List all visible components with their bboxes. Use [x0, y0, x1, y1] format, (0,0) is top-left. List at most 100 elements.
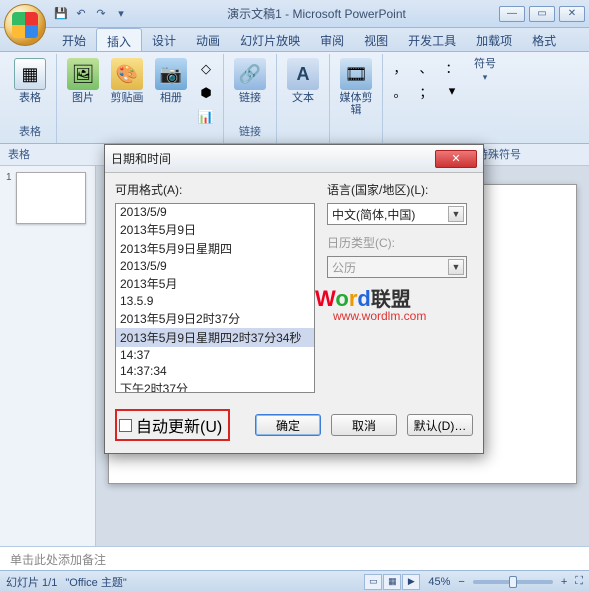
format-option[interactable]: 2013年5月 [116, 274, 314, 293]
media-icon: 🎞 [340, 58, 372, 90]
tab-format[interactable]: 格式 [522, 28, 566, 51]
calendar-value: 公历 [332, 259, 356, 276]
group-illus-label [63, 128, 217, 144]
cancel-button[interactable]: 取消 [331, 414, 397, 436]
picture-button[interactable]: 🖼 图片 [63, 56, 103, 106]
status-slide-number: 幻灯片 1/1 [6, 574, 57, 590]
format-option[interactable]: 2013年5月9日星期四 [116, 239, 314, 258]
symbol-comma[interactable]: ， [389, 56, 411, 78]
symbol-enum[interactable]: 、 [415, 56, 437, 78]
zoom-thumb[interactable] [509, 576, 517, 588]
tab-addins[interactable]: 加载项 [466, 28, 522, 51]
format-option[interactable]: 2013年5月9日 [116, 220, 314, 239]
link-label: 链接 [239, 92, 261, 104]
language-combo[interactable]: 中文(简体,中国) ▼ [327, 203, 467, 225]
auto-update-checkbox[interactable] [119, 419, 132, 432]
media-label: 媒体剪辑 [338, 92, 374, 116]
zoom-percent[interactable]: 45% [428, 576, 450, 588]
redo-icon[interactable]: ↷ [92, 5, 110, 23]
format-option[interactable]: 14:37 [116, 347, 314, 363]
office-button[interactable] [4, 4, 46, 46]
dialog-close-button[interactable]: ✕ [435, 150, 477, 168]
auto-update-label[interactable]: 自动更新(U) [136, 413, 222, 437]
zoom-slider[interactable] [473, 580, 553, 584]
dialog-titlebar[interactable]: 日期和时间 ✕ [105, 145, 483, 173]
chevron-down-icon: ▼ [448, 259, 464, 275]
tab-home[interactable]: 开始 [52, 28, 96, 51]
shapes-button[interactable]: ◇ [195, 58, 217, 80]
ok-button[interactable]: 确定 [255, 414, 321, 436]
thumb-preview [16, 172, 86, 224]
view-slideshow[interactable]: ▶ [402, 574, 420, 590]
view-sorter[interactable]: ▦ [383, 574, 401, 590]
zoom-out[interactable]: − [458, 576, 464, 588]
picture-icon: 🖼 [67, 58, 99, 90]
view-buttons: ▭ ▦ ▶ [364, 574, 420, 590]
format-option[interactable]: 14:37:34 [116, 363, 314, 379]
symbol-colon[interactable]: ： [441, 56, 463, 78]
tab-view[interactable]: 视图 [354, 28, 398, 51]
undo-icon[interactable]: ↶ [72, 5, 90, 23]
symbol-period[interactable]: 。 [389, 80, 411, 102]
tab-slideshow[interactable]: 幻灯片放映 [230, 28, 310, 51]
formats-listbox[interactable]: 2013/5/92013年5月9日2013年5月9日星期四2013/5/9201… [115, 203, 315, 393]
format-option[interactable]: 2013年5月9日2时37分 [116, 309, 314, 328]
media-button[interactable]: 🎞 媒体剪辑 [336, 56, 376, 118]
format-option[interactable]: 13.5.9 [116, 293, 314, 309]
format-option[interactable]: 2013/5/9 [116, 204, 314, 220]
window-controls: — ▭ ✕ [499, 6, 589, 22]
slide-thumbnails-panel[interactable]: 1 [0, 166, 96, 546]
maximize-button[interactable]: ▭ [529, 6, 555, 22]
group-tables: ▦ 表格 表格 [4, 54, 57, 143]
tab-design[interactable]: 设计 [142, 28, 186, 51]
ribbon: ▦ 表格 表格 🖼 图片 🎨 剪贴画 📷 相册 ◇ ⬢ 📊 [0, 52, 589, 144]
titlebar: 💾 ↶ ↷ ▾ 演示文稿1 - Microsoft PowerPoint — ▭… [0, 0, 589, 28]
chevron-down-icon[interactable]: ▼ [448, 206, 464, 222]
tab-insert[interactable]: 插入 [96, 28, 142, 51]
picture-label: 图片 [72, 92, 94, 104]
formats-label: 可用格式(A): [115, 181, 315, 198]
tab-review[interactable]: 审阅 [310, 28, 354, 51]
minimize-button[interactable]: — [499, 6, 525, 22]
group-links: 🔗 链接 链接 [224, 54, 277, 143]
thumb-number: 1 [6, 172, 12, 224]
notes-pane[interactable]: 单击此处添加备注 [0, 546, 589, 570]
format-option[interactable]: 下午2时37分 [116, 379, 314, 393]
symbol-button[interactable]: 符号 ▾ [467, 56, 503, 85]
chart-button[interactable]: 📊 [195, 106, 217, 128]
format-option[interactable]: 2013年5月9日星期四2时37分34秒 [116, 328, 314, 347]
close-button[interactable]: ✕ [559, 6, 585, 22]
text-button[interactable]: A 文本 [283, 56, 323, 106]
tab-developer[interactable]: 开发工具 [398, 28, 466, 51]
dialog-footer: 自动更新(U) 确定 取消 默认(D)… [105, 401, 483, 453]
fit-to-window[interactable]: ⛶ [575, 575, 583, 588]
calendar-combo: 公历 ▼ [327, 256, 467, 278]
dialog-body: 可用格式(A): 2013/5/92013年5月9日2013年5月9日星期四20… [105, 173, 483, 401]
smartart-button[interactable]: ⬢ [195, 82, 217, 104]
symbol-semicolon[interactable]: ； [415, 80, 437, 102]
format-option[interactable]: 2013/5/9 [116, 258, 314, 274]
ribbon-tabs: 开始 插入 设计 动画 幻灯片放映 审阅 视图 开发工具 加载项 格式 [0, 28, 589, 52]
group-tables-label: 表格 [10, 121, 50, 141]
thumbnail-1[interactable]: 1 [6, 172, 89, 224]
album-button[interactable]: 📷 相册 [151, 56, 191, 106]
clipart-icon: 🎨 [111, 58, 143, 90]
default-button[interactable]: 默认(D)… [407, 414, 473, 436]
save-icon[interactable]: 💾 [52, 5, 70, 23]
tab-animations[interactable]: 动画 [186, 28, 230, 51]
group-text: A 文本 [277, 54, 330, 143]
language-value: 中文(简体,中国) [332, 206, 415, 223]
symbol-label: 符号 [474, 58, 496, 70]
dialog-title: 日期和时间 [111, 150, 435, 167]
symbol-more[interactable]: ▾ [441, 80, 463, 102]
language-label: 语言(国家/地区)(L): [327, 181, 467, 198]
link-button[interactable]: 🔗 链接 [230, 56, 270, 106]
calendar-label: 日历类型(C): [327, 234, 467, 251]
table-button[interactable]: ▦ 表格 [10, 56, 50, 106]
clipart-button[interactable]: 🎨 剪贴画 [107, 56, 147, 106]
album-label: 相册 [160, 92, 182, 104]
zoom-in[interactable]: + [561, 576, 567, 588]
view-normal[interactable]: ▭ [364, 574, 382, 590]
qat-more-icon[interactable]: ▾ [112, 5, 130, 23]
status-theme: "Office 主题" [65, 574, 126, 590]
